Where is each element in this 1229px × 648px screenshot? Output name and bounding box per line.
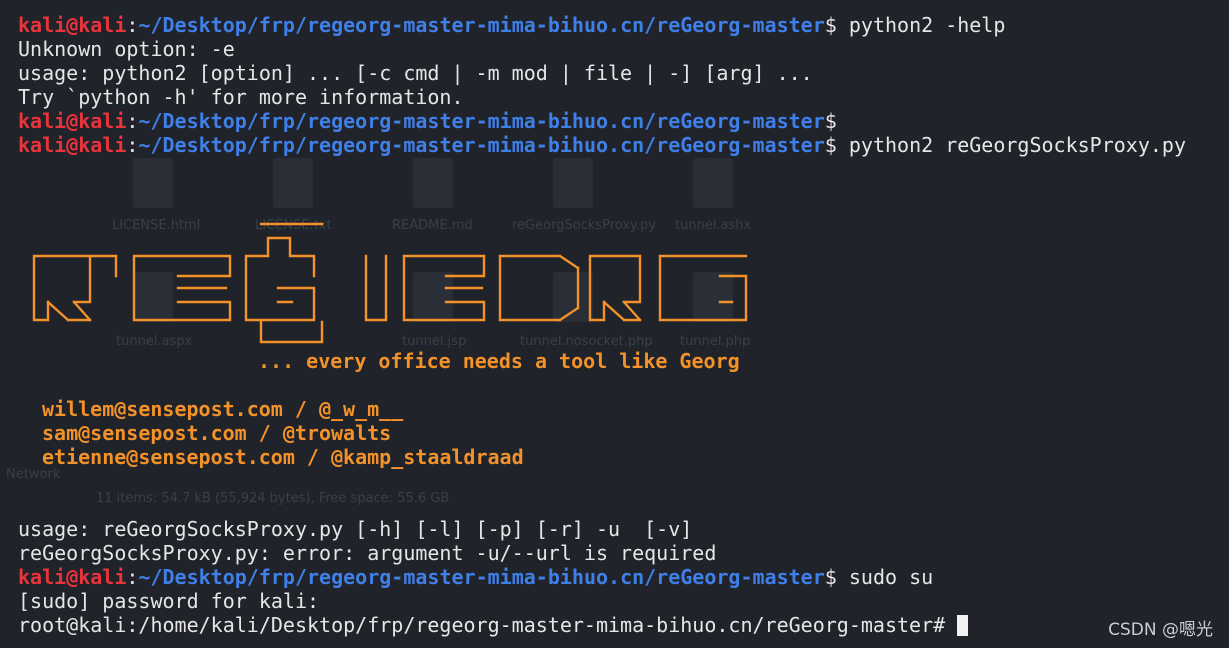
output-line: Unknown option: -e [18, 37, 235, 61]
prompt-path: ~/Desktop/frp/regeorg-master-mima-bihuo.… [138, 13, 825, 37]
credit-line: willem@sensepost.com / @_w_m__ [42, 397, 404, 421]
terminal-window[interactable]: LICENSE.html LICENSE.txt README.md reGeo… [0, 0, 1229, 648]
prompt-path: ~/Desktop/frp/regeorg-master-mima-bihuo.… [138, 109, 825, 133]
regeorg-ascii-banner [32, 222, 748, 344]
output-line: usage: reGeorgSocksProxy.py [-h] [-l] [-… [18, 517, 693, 541]
prompt-line: kali@kali:~/Desktop/frp/regeorg-master-m… [18, 133, 1229, 157]
prompt-user: kali@kali [18, 13, 127, 37]
credit-line: etienne@sensepost.com / @kamp_staaldraad [42, 445, 524, 469]
root-prompt-line[interactable]: root@kali:/home/kali/Desktop/frp/regeorg… [18, 613, 1229, 637]
output-line: Try `python -h' for more information. [18, 85, 464, 109]
command-text: python2 reGeorgSocksProxy.py [848, 133, 1187, 157]
prompt-symbol: $ [824, 565, 849, 589]
prompt-line: kali@kali:~/Desktop/frp/regeorg-master-m… [18, 13, 1229, 37]
command-text: python2 -help [848, 13, 1006, 37]
output-line: usage: python2 [option] ... [-c cmd | -m… [18, 61, 813, 85]
text-cursor[interactable] [957, 615, 969, 636]
prompt-line: kali@kali:~/Desktop/frp/regeorg-master-m… [18, 109, 1229, 133]
command-text: sudo su [848, 565, 934, 589]
prompt-path: ~/Desktop/frp/regeorg-master-mima-bihuo.… [138, 133, 825, 157]
prompt-separator: : [126, 109, 139, 133]
credit-line: sam@sensepost.com / @trowalts [42, 421, 392, 445]
prompt-separator: : [126, 565, 139, 589]
prompt-user: kali@kali [18, 565, 127, 589]
prompt-symbol: $ [824, 109, 849, 133]
prompt-symbol: $ [824, 13, 849, 37]
prompt-user: kali@kali [18, 109, 127, 133]
output-line: reGeorgSocksProxy.py: error: argument -u… [18, 541, 717, 565]
output-line: [sudo] password for kali: [18, 589, 320, 613]
prompt-path: ~/Desktop/frp/regeorg-master-mima-bihuo.… [138, 565, 825, 589]
root-prompt: root@kali:/home/kali/Desktop/frp/regeorg… [18, 613, 958, 637]
prompt-symbol: $ [824, 133, 849, 157]
prompt-line: kali@kali:~/Desktop/frp/regeorg-master-m… [18, 565, 1229, 589]
prompt-separator: : [126, 13, 139, 37]
prompt-separator: : [126, 133, 139, 157]
prompt-user: kali@kali [18, 133, 127, 157]
csdn-watermark: CSDN @嗯光 [1108, 620, 1213, 640]
